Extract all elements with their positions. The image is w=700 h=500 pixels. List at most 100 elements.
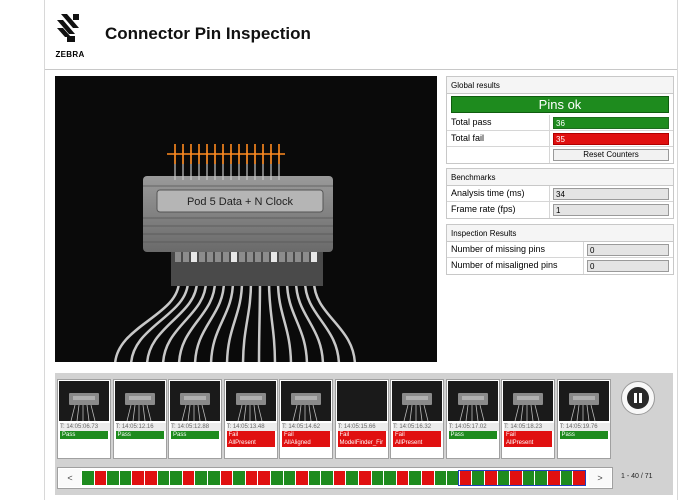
result-cell[interactable]	[233, 471, 246, 485]
thumbnail-time: T: 14:05:12.88	[171, 423, 221, 431]
result-cell[interactable]	[220, 471, 234, 485]
result-cell[interactable]	[384, 471, 397, 485]
cable-wire	[146, 280, 199, 362]
cable-wire	[225, 280, 244, 362]
thumbnail-image	[59, 381, 109, 421]
result-cell[interactable]	[283, 471, 297, 485]
missing-pins-label: Number of missing pins	[451, 244, 546, 254]
result-cell[interactable]	[195, 471, 208, 485]
logo-text: ZEBRA	[55, 50, 85, 59]
result-cell[interactable]	[132, 471, 145, 485]
panel-title: Inspection Results	[447, 225, 673, 242]
thumbnail-image	[503, 381, 553, 421]
history-panel: T: 14:05:06.73 Pass T: 14:05:12.16 Pass T: 1…	[55, 373, 673, 495]
result-navigator: < >	[57, 467, 613, 489]
result-cell[interactable]	[296, 471, 309, 485]
zebra-logo-icon: ZEBRA	[53, 10, 87, 62]
page-title: Connector Pin Inspection	[105, 24, 311, 43]
result-cell[interactable]	[258, 471, 271, 485]
history-thumbnail[interactable]: T: 14:05:17.02 Pass	[445, 379, 500, 459]
history-thumbnail[interactable]: T: 14:05:12.16 Pass	[112, 379, 167, 459]
misaligned-pins-value: 0	[587, 260, 669, 272]
result-cell[interactable]	[333, 471, 347, 485]
panel-title: Global results	[447, 77, 673, 94]
total-pass-label: Total pass	[451, 117, 492, 127]
cable-wire	[257, 280, 262, 362]
result-cell[interactable]	[409, 471, 423, 485]
thumbnail-image	[392, 381, 442, 421]
result-cell[interactable]	[396, 471, 410, 485]
thumbnail-time: T: 14:05:15.66	[337, 423, 388, 431]
history-thumbnail[interactable]: T: 14:05:12.88 Pass	[168, 379, 222, 459]
thumbnail-status: Fail	[504, 431, 552, 439]
result-cell[interactable]	[207, 471, 221, 485]
thumbnail-status: Fail	[337, 431, 386, 439]
thumbnail-time: T: 14:05:13.48	[226, 423, 277, 431]
result-cell[interactable]	[82, 471, 95, 485]
thumbnail-status: Fail	[226, 431, 275, 439]
result-cell[interactable]	[308, 471, 322, 485]
missing-pins-value: 0	[587, 244, 669, 256]
result-cell[interactable]	[346, 471, 360, 485]
history-thumbnail[interactable]: T: 14:05:16.32 Fail AllPresent	[390, 379, 444, 459]
page-indicator: 1 - 40 / 71	[621, 473, 653, 480]
next-button[interactable]: >	[589, 469, 611, 487]
result-window-selector[interactable]	[458, 470, 586, 486]
thumbnail-image	[558, 381, 609, 421]
camera-view: Pod 5 Data + N Clock	[55, 76, 437, 362]
thumbnail-status: Fail	[282, 431, 330, 439]
result-cell[interactable]	[182, 471, 196, 485]
thumbnail-status: Fail	[393, 431, 441, 439]
cable-wire	[294, 280, 325, 362]
pause-button[interactable]	[621, 381, 655, 415]
history-thumbnail[interactable]: T: 14:05:18.23 Fail AllPresent	[501, 379, 555, 459]
thumbnail-image	[170, 381, 220, 421]
cable-wire	[130, 280, 190, 362]
thumbnail-detail: AllAligned	[282, 439, 330, 447]
result-cell[interactable]	[422, 471, 435, 485]
misaligned-pins-label: Number of misaligned pins	[451, 260, 558, 270]
analysis-time-label: Analysis time (ms)	[451, 188, 525, 198]
thumbnail-strip: T: 14:05:06.73 Pass T: 14:05:12.16 Pass T: 1…	[57, 379, 613, 459]
result-cell[interactable]	[371, 471, 385, 485]
result-cell[interactable]	[144, 471, 158, 485]
panel-title: Benchmarks	[447, 169, 673, 186]
thumbnail-status: Pass	[115, 431, 164, 439]
result-cell[interactable]	[170, 471, 183, 485]
frame-rate-value: 1	[553, 204, 669, 216]
connector-label: Pod 5 Data + N Clock	[187, 196, 294, 208]
inspection-results-panel: Inspection Results Number of missing pin…	[446, 224, 674, 275]
result-cell[interactable]	[321, 471, 334, 485]
thumbnail-detail: AllPresent	[226, 439, 275, 447]
thumbnail-image	[336, 381, 387, 421]
result-cell[interactable]	[94, 471, 108, 485]
result-cell[interactable]	[270, 471, 284, 485]
thumbnail-time: T: 14:05:17.02	[448, 423, 499, 431]
result-cell[interactable]	[434, 471, 448, 485]
history-thumbnail[interactable]: T: 14:05:19.76 Pass	[556, 379, 611, 459]
result-cell[interactable]	[157, 471, 171, 485]
global-results-panel: Global results Pins ok Total pass 36 Tot…	[446, 76, 674, 164]
result-cell[interactable]	[107, 471, 120, 485]
cable-wire	[241, 280, 253, 362]
reset-counters-button[interactable]: Reset Counters	[553, 149, 669, 161]
history-thumbnail[interactable]: T: 14:05:06.73 Pass	[57, 379, 111, 459]
header: ZEBRA Connector Pin Inspection	[45, 0, 677, 70]
history-thumbnail[interactable]: T: 14:05:15.66 Fail ModelFinder_Fir	[334, 379, 389, 459]
result-cell[interactable]	[119, 471, 133, 485]
cable-wire	[267, 280, 277, 362]
thumbnail-time: T: 14:05:06.73	[60, 423, 110, 431]
previous-button[interactable]: <	[59, 469, 81, 487]
history-thumbnail[interactable]: T: 14:05:13.48 Fail AllPresent	[223, 379, 278, 459]
total-fail-label: Total fail	[451, 133, 485, 143]
thumbnail-detail: ModelFinder_Fir	[337, 439, 386, 447]
thumbnail-detail: AllPresent	[504, 439, 552, 447]
thumbnail-time: T: 14:05:19.76	[559, 423, 610, 431]
cable-wire	[194, 280, 226, 362]
pause-icon	[627, 387, 649, 409]
result-cell[interactable]	[359, 471, 372, 485]
result-cell[interactable]	[245, 471, 259, 485]
thumbnail-image	[447, 381, 498, 421]
history-thumbnail[interactable]: T: 14:05:14.62 Fail AllAligned	[279, 379, 333, 459]
thumbnail-image	[114, 381, 165, 421]
